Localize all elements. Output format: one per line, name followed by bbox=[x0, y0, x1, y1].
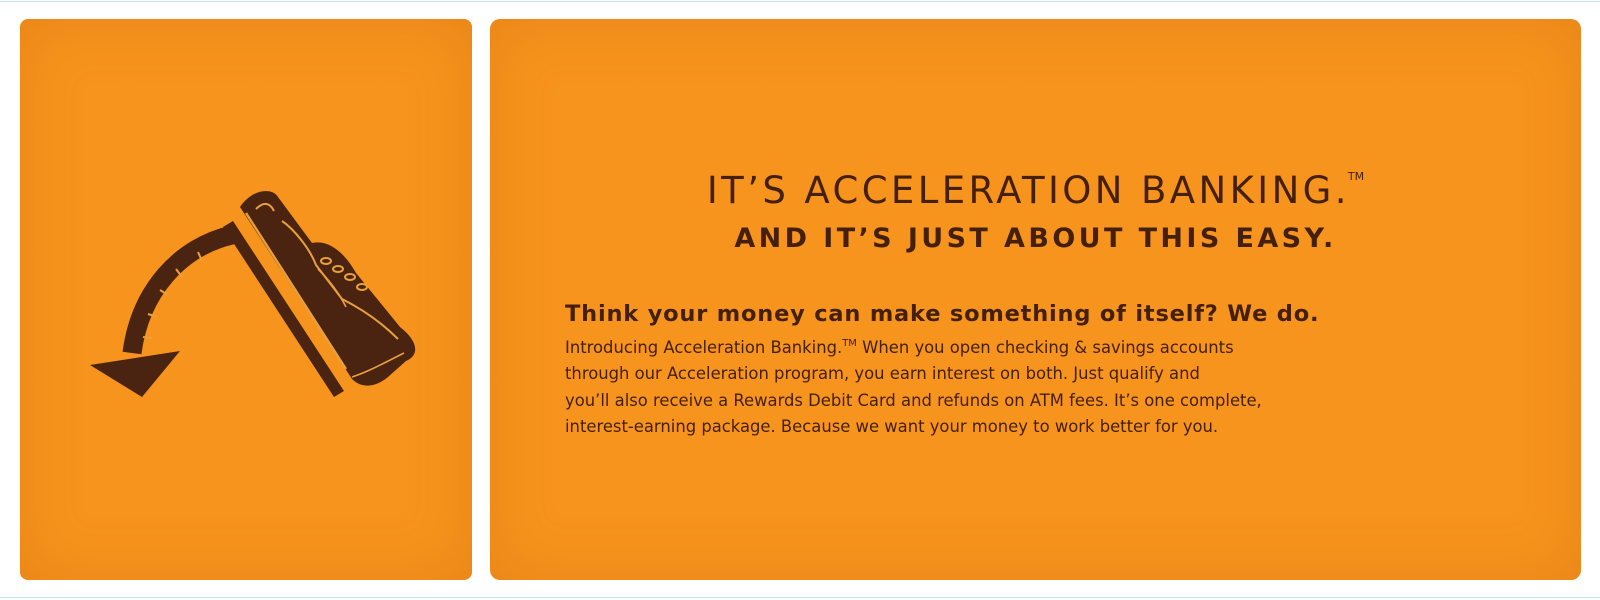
shoe-kicking-arrow-icon bbox=[80, 169, 460, 429]
headline-secondary: AND IT’S JUST ABOUT THIS EASY. bbox=[734, 223, 1337, 254]
paragraph-line-3: you’ll also receive a Rewards Debit Card… bbox=[565, 390, 1262, 410]
bottom-divider bbox=[0, 597, 1600, 598]
lead-sentence: Think your money can make something of i… bbox=[565, 301, 1320, 327]
top-divider bbox=[0, 1, 1600, 2]
paragraph-intro-rest: When you open checking & savings account… bbox=[856, 338, 1234, 357]
paragraph-line-2: through our Acceleration program, you ea… bbox=[565, 364, 1200, 384]
paragraph-line-4: interest-earning package. Because we wan… bbox=[565, 417, 1219, 437]
promo-paragraph: Introducing Acceleration Banking.TM When… bbox=[565, 331, 1525, 441]
promo-copy: Think your money can make something of i… bbox=[565, 299, 1525, 441]
trademark-mark: TM bbox=[1347, 170, 1365, 183]
curved-arrow-icon bbox=[90, 225, 235, 397]
headline-primary: IT’S ACCELERATION BANKING.TM bbox=[490, 155, 1581, 213]
headline-primary-text: IT’S ACCELERATION BANKING. bbox=[706, 169, 1350, 212]
trademark-mark: TM bbox=[842, 338, 857, 349]
illustration-panel bbox=[20, 19, 472, 580]
promo-panel: IT’S ACCELERATION BANKING.TM AND IT’S JU… bbox=[490, 19, 1581, 580]
paragraph-line-1: Introducing Acceleration Banking.TM When… bbox=[565, 331, 1525, 361]
paragraph-intro: Introducing Acceleration Banking. bbox=[565, 338, 843, 357]
